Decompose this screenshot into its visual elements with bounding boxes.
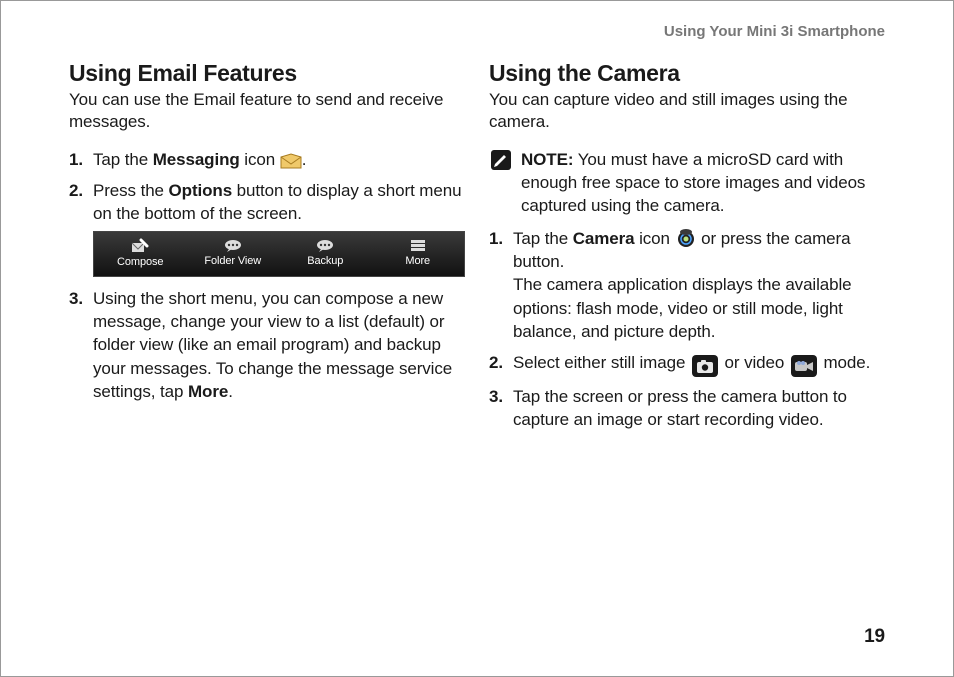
steps-email: Tap the Messaging icon . Press the Optio… [69, 148, 465, 403]
text: Tap the [513, 229, 573, 248]
bold-camera: Camera [573, 229, 635, 248]
phone-short-menu: Compose Folder View [93, 231, 465, 277]
text: . [228, 382, 233, 401]
text: The camera application displays the avai… [513, 275, 852, 340]
camera-step-3: Tap the screen or press the camera butto… [489, 385, 885, 431]
text: or video [720, 353, 789, 372]
section-heading-camera: Using the Camera [489, 60, 885, 87]
phone-menu-label: Folder View [204, 254, 261, 269]
left-column: Using Email Features You can use the Ema… [69, 60, 465, 439]
phone-menu-compose: Compose [94, 232, 187, 276]
camera-step-2: Select either still image or video [489, 351, 885, 378]
messaging-icon [280, 152, 302, 170]
section-heading-email: Using Email Features [69, 60, 465, 87]
bold-messaging: Messaging [153, 150, 240, 169]
email-step-3: Using the short menu, you can compose a … [69, 287, 465, 403]
compose-icon [131, 238, 149, 254]
email-step-2: Press the Options button to display a sh… [69, 179, 465, 277]
note-text: NOTE: You must have a microSD card with … [521, 148, 885, 217]
text: icon [240, 150, 280, 169]
right-column: Using the Camera You can capture video a… [489, 60, 885, 439]
text: icon [634, 229, 674, 248]
speech-icon [315, 239, 335, 253]
phone-menu-label: Compose [117, 255, 163, 270]
text: Tap the screen or press the camera butto… [513, 387, 847, 429]
text: Select either still image [513, 353, 690, 372]
running-header: Using Your Mini 3i Smartphone [69, 23, 885, 40]
phone-menu-label: More [405, 254, 430, 269]
bold-more: More [188, 382, 228, 401]
phone-menu-folderview: Folder View [187, 232, 280, 276]
bold-options: Options [169, 181, 233, 200]
pencil-note-icon [489, 148, 513, 172]
text: Using the short menu, you can compose a … [93, 289, 452, 400]
note-block: NOTE: You must have a microSD card with … [489, 148, 885, 217]
text: You must have a microSD card with enough… [521, 150, 865, 215]
more-icon [410, 239, 426, 253]
video-mode-icon [791, 355, 817, 377]
text: . [302, 150, 307, 169]
camera-app-icon [675, 228, 697, 248]
section-lead-camera: You can capture video and still images u… [489, 89, 885, 134]
section-lead-email: You can use the Email feature to send an… [69, 89, 465, 134]
text: Press the [93, 181, 169, 200]
page-number: 19 [864, 626, 885, 648]
phone-menu-backup: Backup [279, 232, 372, 276]
text: Tap the [93, 150, 153, 169]
still-image-icon [692, 355, 718, 377]
email-step-1: Tap the Messaging icon . [69, 148, 465, 171]
phone-menu-label: Backup [307, 254, 343, 269]
phone-menu-more: More [372, 232, 465, 276]
camera-step-1: Tap the Camera icon or press the camera … [489, 227, 885, 343]
note-bold: NOTE: [521, 150, 573, 169]
steps-camera: Tap the Camera icon or press the camera … [489, 227, 885, 431]
speech-icon [223, 239, 243, 253]
text: mode. [819, 353, 870, 372]
